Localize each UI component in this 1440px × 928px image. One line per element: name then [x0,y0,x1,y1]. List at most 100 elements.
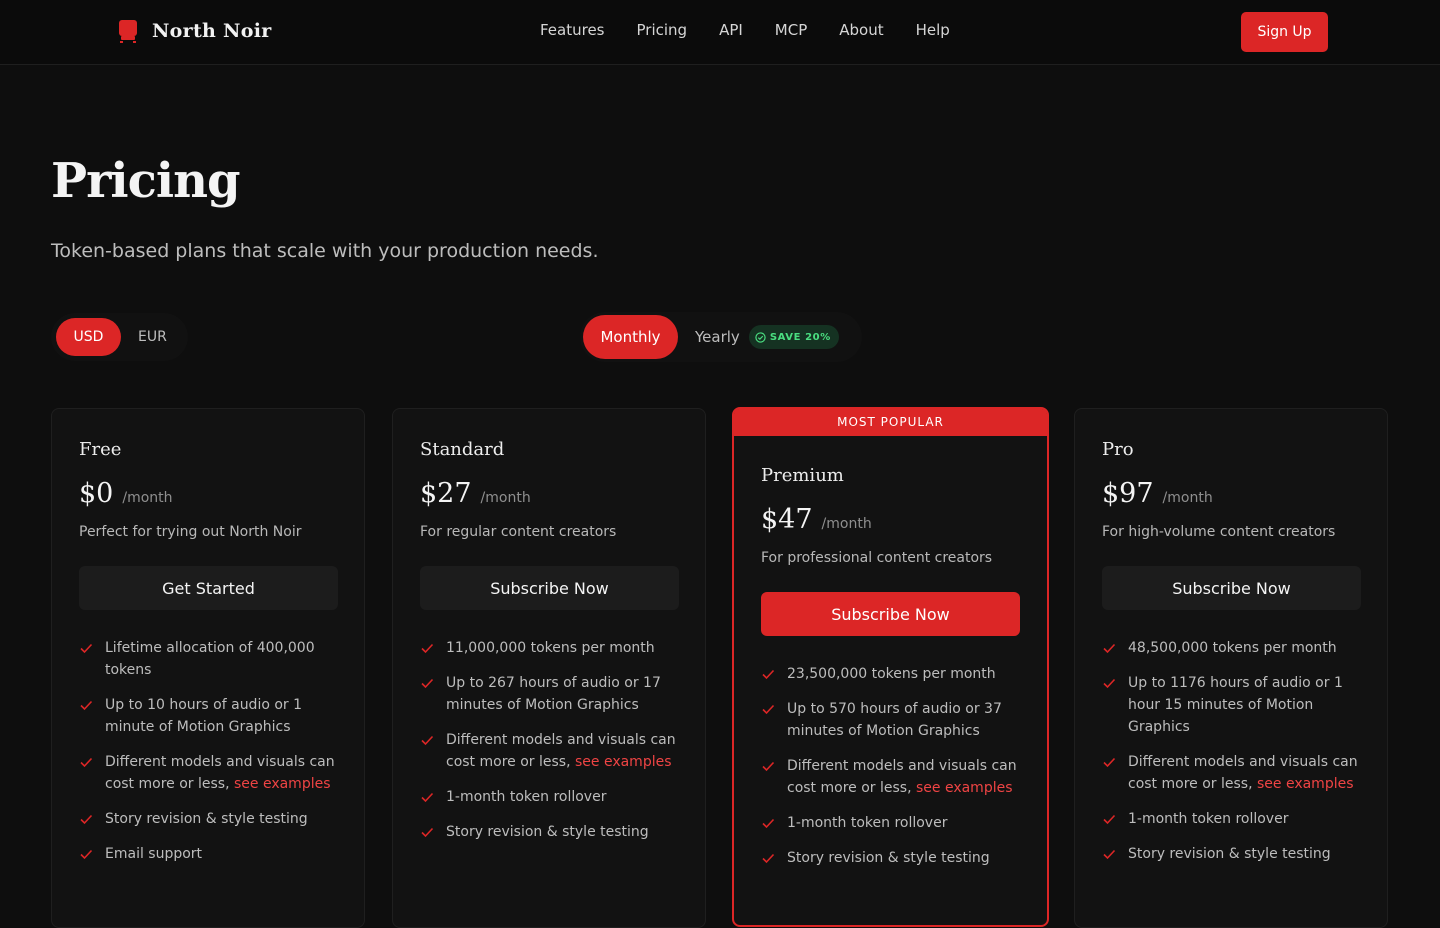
check-icon [1102,808,1118,830]
feature-item: Different models and visuals can cost mo… [420,729,678,773]
billing-monthly-option[interactable]: Monthly [583,315,678,359]
feature-text: 23,500,000 tokens per month [787,666,996,682]
subscribe-now-button[interactable]: Subscribe Now [420,566,679,610]
currency-eur-option[interactable]: EUR [138,329,167,345]
feature-item: Story revision & style testing [761,847,1020,869]
currency-toggle: USD EUR [51,313,188,361]
top-navbar: North Noir Features Pricing API MCP Abou… [0,0,1440,65]
feature-text: Story revision & style testing [787,850,990,866]
feature-text: 1-month token rollover [1128,811,1289,827]
check-icon [1102,637,1118,659]
check-icon [79,843,95,865]
nav-about[interactable]: About [839,21,883,39]
check-icon [1102,672,1118,694]
check-icon [79,751,95,773]
see-examples-link[interactable]: see examples [916,780,1013,796]
plan-card-pro: Pro $97 /month For high-volume content c… [1074,408,1388,928]
feature-text: Story revision & style testing [105,811,308,827]
check-icon [761,663,777,685]
feature-text: Up to 267 hours of audio or 17 minutes o… [446,675,661,713]
feature-item: 1-month token rollover [1102,808,1360,830]
feature-item: Story revision & style testing [420,821,678,843]
feature-item: Up to 1176 hours of audio or 1 hour 15 m… [1102,672,1360,738]
check-circle-icon [755,331,766,343]
feature-list: Lifetime allocation of 400,000 tokens Up… [79,637,337,865]
page-title: Pricing [51,153,241,209]
feature-text: Story revision & style testing [446,824,649,840]
feature-text-with-link: Different models and visuals can cost mo… [1128,751,1360,795]
feature-item: 23,500,000 tokens per month [761,663,1020,685]
plan-card-free: Free $0 /month Perfect for trying out No… [51,408,365,928]
feature-text: Up to 10 hours of audio or 1 minute of M… [105,697,303,735]
subscribe-now-button[interactable]: Subscribe Now [1102,566,1361,610]
plan-price: $27 [420,478,472,509]
nav-api[interactable]: API [719,21,743,39]
feature-item: Up to 570 hours of audio or 37 minutes o… [761,698,1020,742]
price-row: $27 /month [420,478,678,509]
plan-name: Premium [761,465,844,486]
check-icon [1102,751,1118,773]
check-icon [420,672,436,694]
most-popular-banner: MOST POPULAR [734,409,1047,436]
plan-name: Pro [1102,439,1134,460]
get-started-button[interactable]: Get Started [79,566,338,610]
subscribe-now-button[interactable]: Subscribe Now [761,592,1020,636]
feature-item: Email support [79,843,337,865]
feature-text: Email support [105,846,203,862]
check-icon [420,786,436,808]
feature-item: 48,500,000 tokens per month [1102,637,1360,659]
currency-usd-option[interactable]: USD [56,318,121,356]
price-row: $97 /month [1102,478,1360,509]
check-icon [761,812,777,834]
billing-yearly-option[interactable]: Yearly [695,328,740,346]
feature-item: Up to 267 hours of audio or 17 minutes o… [420,672,678,716]
feature-text: 11,000,000 tokens per month [446,640,655,656]
see-examples-link[interactable]: see examples [1257,776,1354,792]
plan-price: $47 [761,504,813,535]
feature-list: 11,000,000 tokens per month Up to 267 ho… [420,637,678,843]
feature-text: Lifetime allocation of 400,000 tokens [105,640,315,678]
plan-period: /month [1162,490,1213,506]
feature-item: Different models and visuals can cost mo… [761,755,1020,799]
plan-period: /month [480,490,531,506]
plan-name: Free [79,439,122,460]
feature-text: 48,500,000 tokens per month [1128,640,1337,656]
billing-toggle: Monthly Yearly SAVE 20% [580,312,862,362]
check-icon [420,729,436,751]
brand[interactable]: North Noir [118,19,272,43]
save-badge-label: SAVE 20% [769,331,831,343]
plan-price: $0 [79,478,114,509]
see-examples-link[interactable]: see examples [575,754,672,770]
feature-text: Up to 570 hours of audio or 37 minutes o… [787,701,1002,739]
check-icon [761,847,777,869]
feature-text: 1-month token rollover [787,815,948,831]
check-icon [761,698,777,720]
plan-price: $97 [1102,478,1154,509]
check-icon [420,821,436,843]
feature-item: Different models and visuals can cost mo… [1102,751,1360,795]
nav-pricing[interactable]: Pricing [637,21,688,39]
price-row: $47 /month [761,504,1020,535]
plan-description: For high-volume content creators [1102,524,1336,540]
plan-card-premium: MOST POPULAR Premium $47 /month For prof… [732,407,1049,927]
feature-text-with-link: Different models and visuals can cost mo… [446,729,678,773]
feature-list: 48,500,000 tokens per month Up to 1176 h… [1102,637,1360,865]
feature-text-with-link: Different models and visuals can cost mo… [105,751,337,795]
page-subtitle: Token-based plans that scale with your p… [51,240,599,262]
nav-help[interactable]: Help [916,21,950,39]
plan-period: /month [821,516,872,532]
nav-mcp[interactable]: MCP [775,21,807,39]
feature-item: 11,000,000 tokens per month [420,637,678,659]
feature-text: 1-month token rollover [446,789,607,805]
check-icon [79,808,95,830]
nav-features[interactable]: Features [540,21,605,39]
feature-item: Story revision & style testing [79,808,337,830]
save-badge: SAVE 20% [748,325,839,349]
see-examples-link[interactable]: see examples [234,776,331,792]
feature-item: Different models and visuals can cost mo… [79,751,337,795]
check-icon [420,637,436,659]
feature-item: 1-month token rollover [420,786,678,808]
main-nav: Features Pricing API MCP About Help [540,21,950,39]
signup-button[interactable]: Sign Up [1241,12,1328,52]
feature-text: Story revision & style testing [1128,846,1331,862]
